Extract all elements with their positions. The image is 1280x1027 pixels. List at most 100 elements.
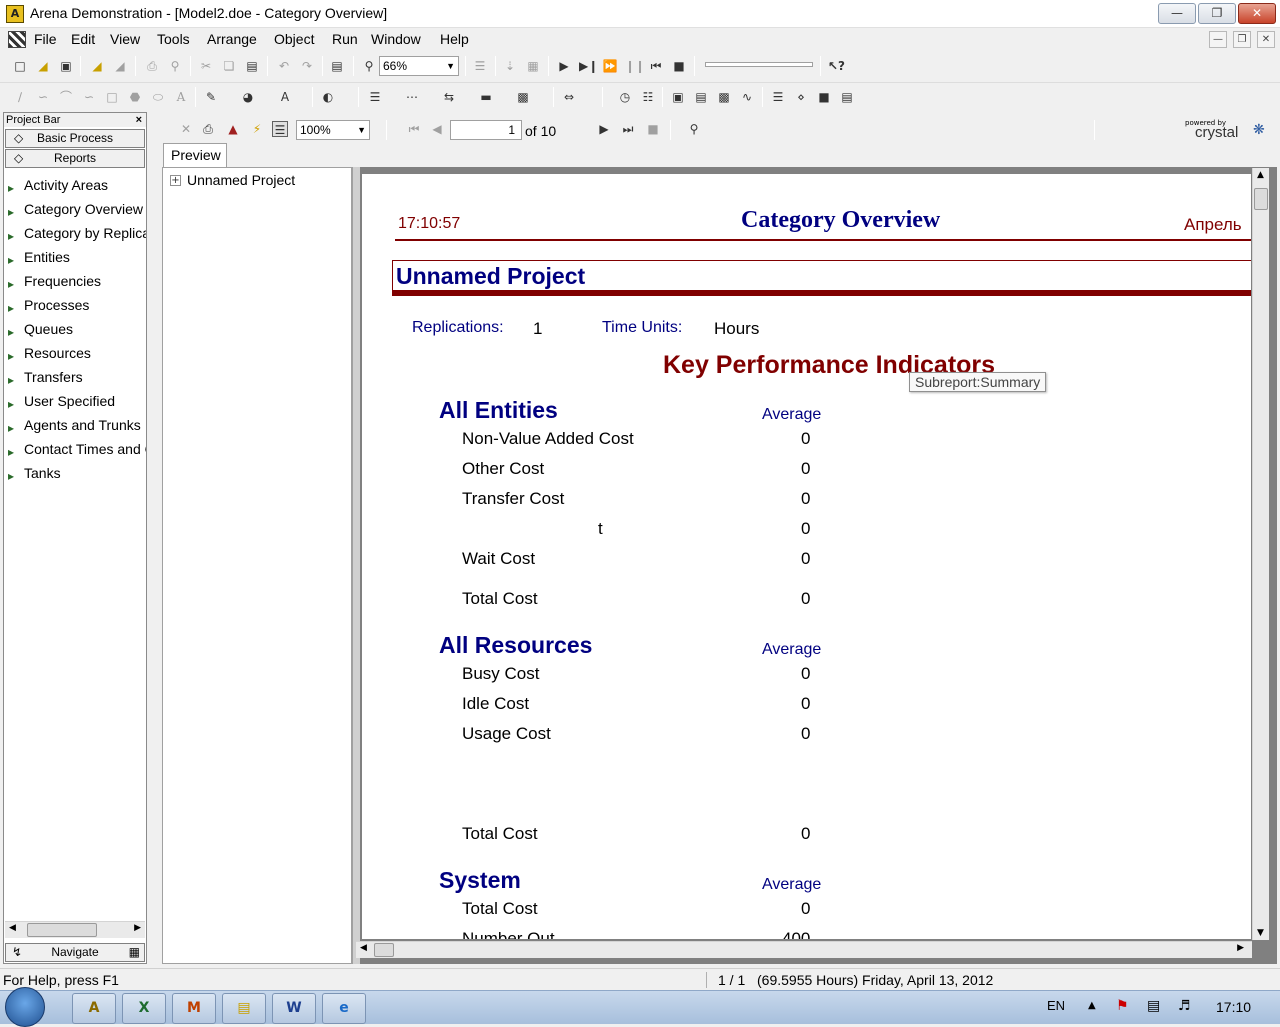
network-icon[interactable]: ▤	[1147, 998, 1160, 1014]
document-icon[interactable]	[8, 31, 26, 48]
language-indicator[interactable]: EN	[1047, 998, 1065, 1013]
scroll-thumb[interactable]	[1254, 188, 1268, 210]
clock-icon[interactable]: ◷	[617, 89, 633, 105]
layers-icon[interactable]: ▤	[329, 58, 345, 74]
line-width-icon[interactable]: ☰	[367, 89, 383, 105]
stop-icon[interactable]: ■	[645, 121, 661, 137]
last-page-icon[interactable]: ⏭	[620, 121, 636, 137]
queue-icon[interactable]: ☰	[770, 89, 786, 105]
report-item-frequencies[interactable]: ▸ Frequencies	[8, 271, 146, 291]
bezier-icon[interactable]: ∽	[81, 89, 97, 105]
expand-icon[interactable]: +	[170, 175, 181, 186]
global-icon[interactable]: ■	[816, 89, 832, 105]
pane-splitter[interactable]	[352, 167, 360, 964]
clock[interactable]: 17:10	[1216, 999, 1251, 1015]
menu-file[interactable]: File	[34, 31, 57, 47]
report-vscroll[interactable]: ▲ ▼	[1252, 168, 1269, 940]
tree-item-unnamed-project[interactable]: Unnamed Project	[187, 172, 295, 188]
taskbar-internet-explorer[interactable]: e	[322, 993, 366, 1024]
report-item-agents-and-trunks[interactable]: ▸ Agents and Trunks	[8, 415, 146, 435]
show-hidden-icons[interactable]: ▲	[1088, 1000, 1096, 1011]
line-pattern-icon[interactable]: ▬	[478, 89, 494, 105]
show-dimensions-icon[interactable]: ⇔	[561, 89, 577, 105]
panel-basic-process[interactable]: ◇ Basic Process	[5, 129, 145, 148]
taskbar-explorer[interactable]: ▤	[222, 993, 266, 1024]
ellipse-icon[interactable]: ⬭	[150, 89, 166, 105]
menu-arrange[interactable]: Arrange	[207, 31, 257, 47]
print-preview-icon[interactable]: ⚲	[167, 58, 183, 74]
histogram-icon[interactable]: ▩	[716, 89, 732, 105]
fast-forward-icon[interactable]: ⏩	[602, 58, 618, 74]
step-icon[interactable]: ▶❙	[579, 58, 598, 74]
zoom-icon[interactable]: ⚲	[361, 58, 377, 74]
close-template-icon[interactable]: ◢	[112, 58, 128, 74]
paste-icon[interactable]: ▤	[244, 58, 260, 74]
scroll-right-icon[interactable]: ▶	[1237, 943, 1244, 953]
scroll-left-icon[interactable]: ◀	[360, 943, 367, 953]
report-item-processes[interactable]: ▸ Processes	[8, 295, 146, 315]
polyline-icon[interactable]: ∽	[35, 89, 51, 105]
export-icon[interactable]: ▲	[225, 121, 241, 137]
polygon-icon[interactable]: ⬣	[127, 89, 143, 105]
panel-reports[interactable]: ◇ Reports	[5, 149, 145, 168]
menu-tools[interactable]: Tools	[157, 31, 190, 47]
transporter-icon[interactable]: ▤	[839, 89, 855, 105]
scroll-thumb[interactable]	[374, 943, 394, 957]
report-item-category-overview[interactable]: ▸ Category Overview	[8, 199, 146, 219]
mdi-close-button[interactable]: ✕	[1257, 31, 1275, 48]
new-icon[interactable]: □	[12, 58, 28, 74]
close-button[interactable]: ✕	[1238, 3, 1276, 24]
arrow-style-icon[interactable]: ⇆	[441, 89, 457, 105]
taskbar-mail[interactable]: M	[172, 993, 216, 1024]
line-icon[interactable]: ∕	[12, 89, 28, 105]
pause-icon[interactable]: ❙❙	[625, 58, 645, 74]
project-bar-hscroll[interactable]: ◀ ▶	[5, 921, 145, 938]
window-background-icon[interactable]: ◐	[320, 89, 336, 105]
mdi-restore-button[interactable]: ❐	[1233, 31, 1251, 48]
navigate-button[interactable]: ↯ Navigate ▦	[5, 943, 145, 962]
next-page-icon[interactable]: ▶	[596, 121, 612, 137]
line-color-icon[interactable]: ✎	[203, 89, 219, 105]
menu-run[interactable]: Run	[332, 31, 358, 47]
fill-color-icon[interactable]: ◕	[240, 89, 256, 105]
zoom-select[interactable]: 66% ▼	[379, 56, 459, 76]
menu-window[interactable]: Window	[371, 31, 421, 47]
fill-pattern-icon[interactable]: ▩	[515, 89, 531, 105]
copy-icon[interactable]: ❏	[221, 58, 237, 74]
animation-speed-slider[interactable]	[705, 62, 813, 67]
menu-help[interactable]: Help	[440, 31, 469, 47]
save-icon[interactable]: ▣	[58, 58, 74, 74]
close-view-icon[interactable]: ✕	[178, 121, 194, 137]
submodel-icon[interactable]: ⇣	[502, 58, 518, 74]
redo-icon[interactable]: ↷	[299, 58, 315, 74]
plot-icon[interactable]: ∿	[739, 89, 755, 105]
box-icon[interactable]: □	[104, 89, 120, 105]
report-item-transfers[interactable]: ▸ Transfers	[8, 367, 146, 387]
start-button[interactable]	[5, 987, 45, 1027]
report-item-resources[interactable]: ▸ Resources	[8, 343, 146, 363]
scroll-up-icon[interactable]: ▲	[1257, 170, 1264, 180]
date-icon[interactable]: ☷	[640, 89, 656, 105]
report-item-queues[interactable]: ▸ Queues	[8, 319, 146, 339]
taskbar-arena[interactable]: A	[72, 993, 116, 1024]
scroll-right-icon[interactable]: ▶	[134, 923, 141, 933]
scroll-left-icon[interactable]: ◀	[9, 923, 16, 933]
report-item-tanks[interactable]: ▸ Tanks	[8, 463, 146, 483]
action-center-icon[interactable]: ⚑	[1116, 998, 1129, 1014]
print-icon[interactable]: ⎙	[144, 58, 160, 74]
open-template-icon[interactable]: ◢	[89, 58, 105, 74]
report-item-contact-times[interactable]: ▸ Contact Times and Counts	[8, 439, 146, 459]
go-icon[interactable]: ▶	[556, 58, 572, 74]
end-icon[interactable]: ■	[671, 58, 687, 74]
open-icon[interactable]: ◢	[35, 58, 51, 74]
connect-icon[interactable]: ☰	[472, 58, 488, 74]
report-hscroll[interactable]: ◀ ▶	[356, 941, 1252, 958]
menu-edit[interactable]: Edit	[71, 31, 95, 47]
variable-icon[interactable]: ▣	[670, 89, 686, 105]
station-icon[interactable]: ▦	[525, 58, 541, 74]
taskbar-excel[interactable]: X	[122, 993, 166, 1024]
report-item-category-by-replication[interactable]: ▸ Category by Replication	[8, 223, 146, 243]
previous-page-icon[interactable]: ◀	[429, 121, 445, 137]
arena-app-icon[interactable]: A	[6, 5, 24, 23]
volume-icon[interactable]: ♬	[1178, 998, 1191, 1014]
